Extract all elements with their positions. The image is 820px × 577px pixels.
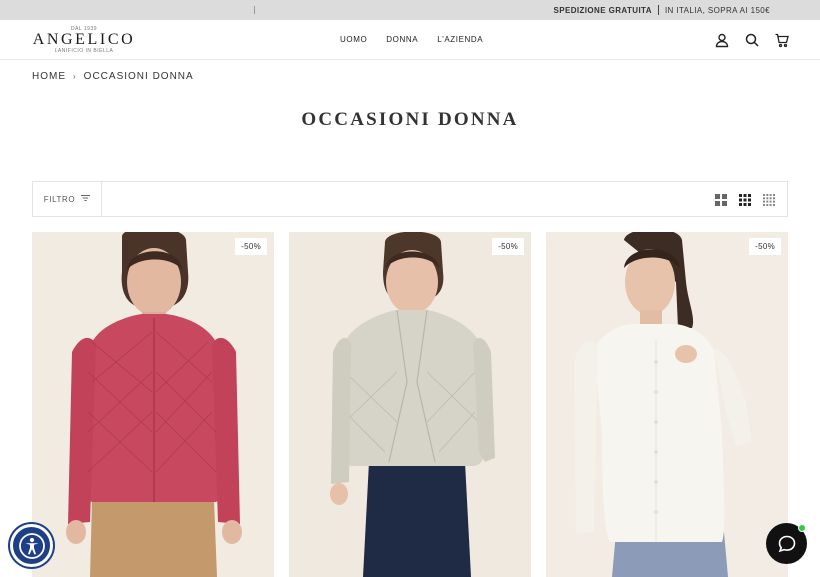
filter-label: FILTRO [43,194,76,204]
announcement-bar: SPEDIZIONE GRATUITA IN ITALIA, SOPRA AI … [0,0,820,20]
header-actions [714,32,790,48]
product-grid: -50% -50% -50% [32,232,788,577]
breadcrumb: HOME › OCCASIONI DONNA [32,71,194,82]
accessibility-icon [18,532,45,559]
shipping-message: SPEDIZIONE GRATUITA IN ITALIA, SOPRA AI … [554,5,770,15]
logo-tagline: LANIFICIO IN BIELLA [54,48,114,54]
breadcrumb-home[interactable]: HOME [32,71,66,82]
filter-button[interactable]: FILTRO [33,182,102,216]
product-card[interactable]: -50% [32,232,274,577]
divider [657,5,659,15]
accessibility-button[interactable] [10,524,53,567]
cart-icon[interactable] [774,32,790,48]
discount-badge: -50% [492,238,524,255]
shipping-highlight: SPEDIZIONE GRATUITA [553,5,652,15]
product-card[interactable]: -50% [289,232,531,577]
nav-item-donna[interactable]: DONNA [386,35,418,44]
page-title: OCCASIONI DONNA [301,109,519,130]
main-nav: UOMO DONNA L'AZIENDA [340,35,483,44]
account-icon[interactable] [714,32,730,48]
nav-item-azienda[interactable]: L'AZIENDA [437,35,483,44]
grid-small-icon[interactable] [763,193,775,206]
discount-badge: -50% [235,238,267,255]
breadcrumb-separator: › [73,72,77,81]
product-card[interactable]: -50% [546,232,788,577]
grid-view-options [715,193,775,206]
grid-large-icon[interactable] [715,193,727,206]
product-image [32,232,274,577]
grid-medium-icon[interactable] [739,193,751,206]
chat-bubble-icon [778,535,795,552]
divider [254,6,255,14]
filter-icon [81,194,91,204]
collection-toolbar: FILTRO [32,181,788,217]
chat-button[interactable] [766,523,807,564]
breadcrumb-current: OCCASIONI DONNA [83,71,194,82]
logo-name: ANGELICO [32,31,136,48]
site-header: DAL 1939 ANGELICO LANIFICIO IN BIELLA UO… [0,20,820,60]
discount-badge: -50% [749,238,781,255]
product-image [546,232,788,577]
shipping-detail: IN ITALIA, SOPRA AI 150€ [664,5,770,15]
product-image [289,232,531,577]
brand-logo[interactable]: DAL 1939 ANGELICO LANIFICIO IN BIELLA [32,26,136,54]
online-indicator [798,524,806,532]
search-icon[interactable] [744,32,760,48]
nav-item-uomo[interactable]: UOMO [340,35,367,44]
